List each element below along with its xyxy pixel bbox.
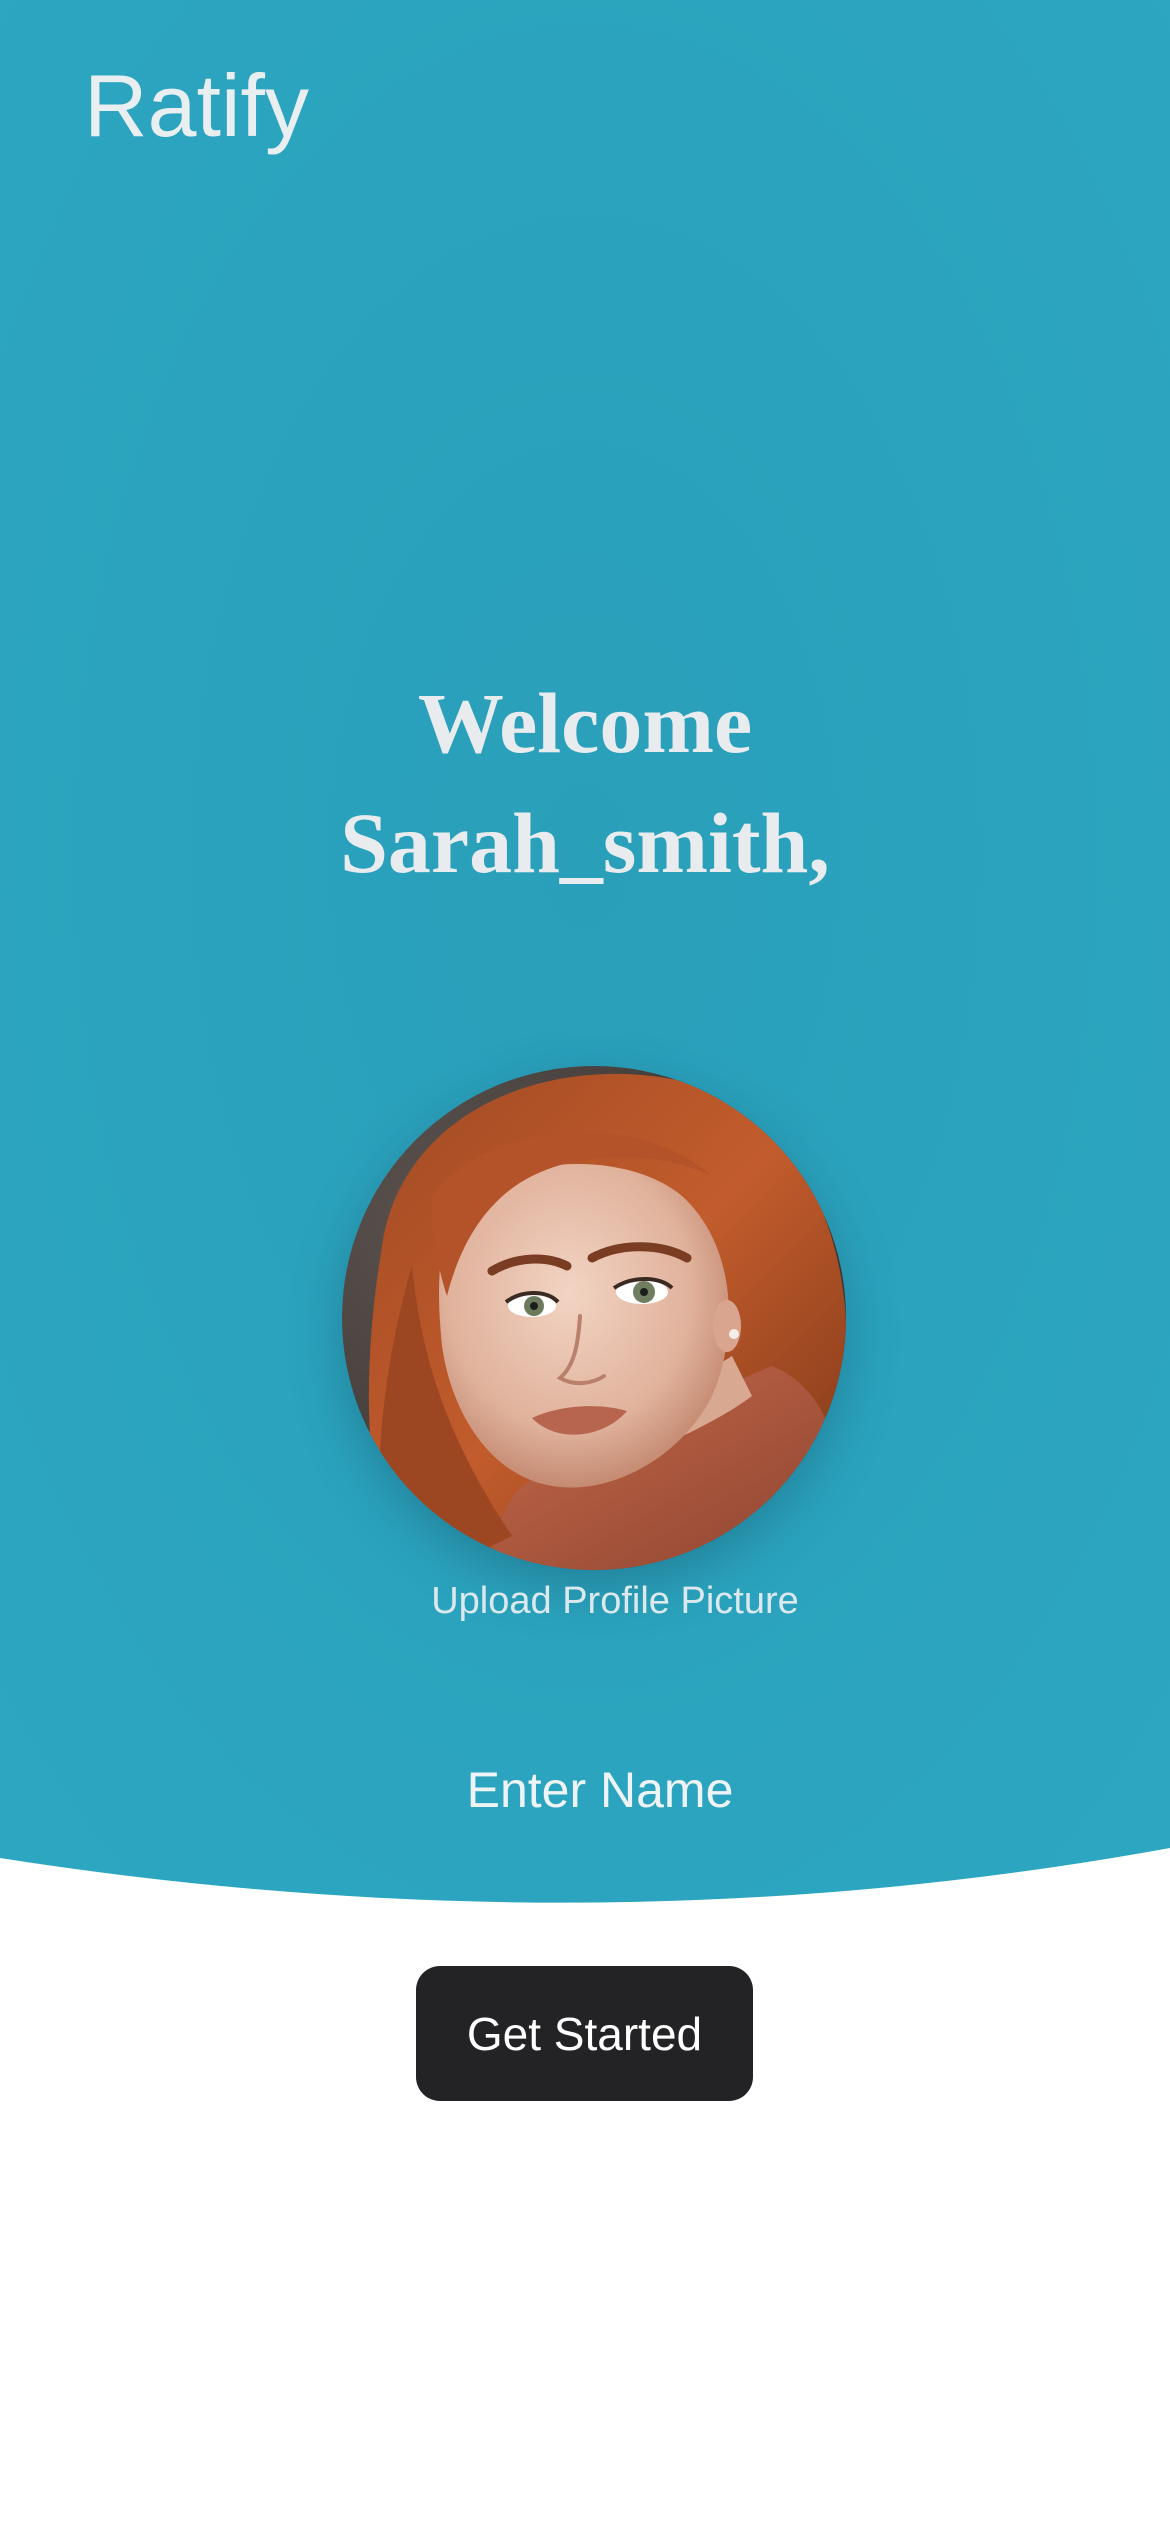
get-started-button[interactable]: Get Started (416, 1966, 753, 2101)
portrait-image (342, 1066, 846, 1570)
app-title: Ratify (84, 56, 309, 155)
profile-avatar[interactable] (342, 1066, 846, 1570)
get-started-label: Get Started (466, 2007, 703, 2060)
hero-background (0, 0, 1170, 1903)
name-input[interactable] (300, 1750, 900, 1830)
welcome-greeting: Welcome (417, 675, 753, 771)
welcome-screen: Ratify Welcome Sarah_smith, Upload Profi… (0, 0, 1170, 2532)
upload-profile-picture-link[interactable]: Upload Profile Picture (0, 1580, 1170, 1623)
welcome-username: Sarah_smith, (340, 795, 830, 891)
